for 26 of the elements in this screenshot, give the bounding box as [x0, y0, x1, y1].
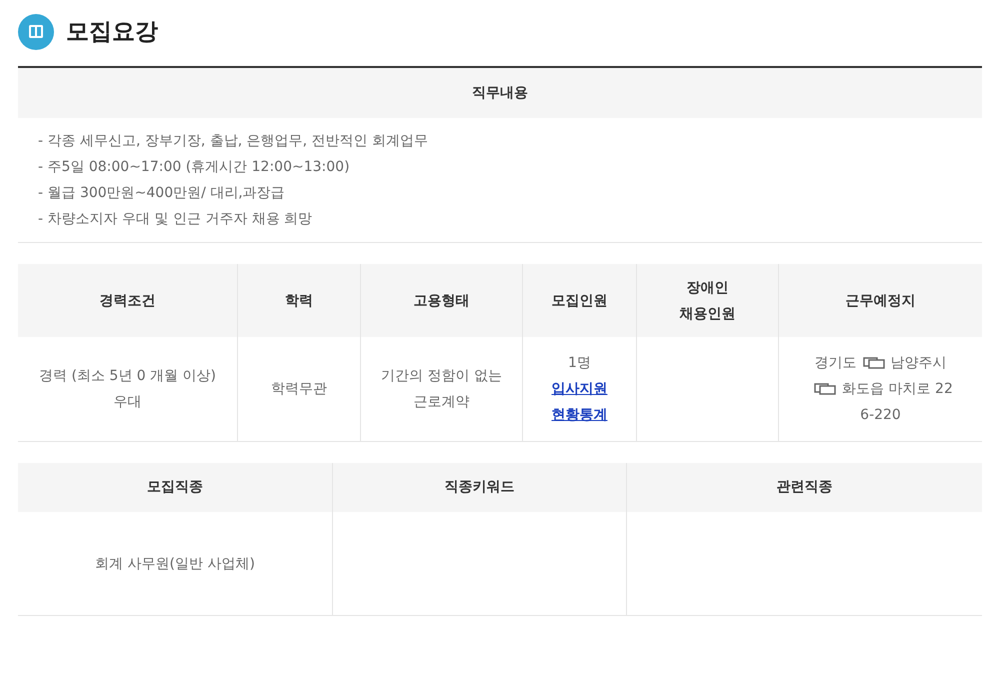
job-cell-text: 회계 사무원(일반 사업체)	[95, 554, 255, 574]
column-header: 학력	[237, 264, 360, 337]
column-header: 모집직종	[18, 463, 332, 512]
column-header: 관련직종	[626, 463, 982, 512]
stats-link[interactable]: 입사지원	[552, 376, 608, 402]
column-header: 경력조건	[18, 264, 237, 337]
section-title: 모집요강	[66, 18, 158, 47]
stats-link[interactable]: 현황통계	[552, 402, 608, 428]
duty-line: - 주5일 08:00~17:00 (휴게시간 12:00~13:00)	[38, 158, 351, 177]
column-header: 모집인원	[522, 264, 636, 337]
education-text: 학력무관	[271, 380, 327, 399]
duty-line: - 차량소지자 우대 및 인근 거주자 채용 희망	[38, 210, 314, 229]
headcount-text: 1명	[568, 354, 591, 373]
career-text: 경력 (최소 5년 0 개월 이상)	[39, 367, 216, 386]
career-text: 우대	[112, 393, 142, 412]
location-text: 경기도	[814, 355, 856, 371]
location-text: 남양주시	[890, 355, 946, 371]
column-header: 장애인 채용인원	[636, 264, 778, 337]
duty-line: - 각종 세무신고, 장부기장, 출납, 은행업무, 전반적인 회계업무	[38, 132, 430, 151]
column-header: 직종키워드	[332, 463, 626, 512]
column-header: 근무예정지	[778, 264, 982, 337]
location-text: 화도읍 마치로 226-220	[842, 381, 953, 423]
column-header: 고용형태	[360, 264, 522, 337]
duty-line: - 월급 300만원~400만원/ 대리,과장급	[38, 184, 286, 203]
duty-header: 직무내용	[18, 68, 982, 118]
employment-text: 기간의 정함이 없는 근로계약	[381, 367, 502, 412]
